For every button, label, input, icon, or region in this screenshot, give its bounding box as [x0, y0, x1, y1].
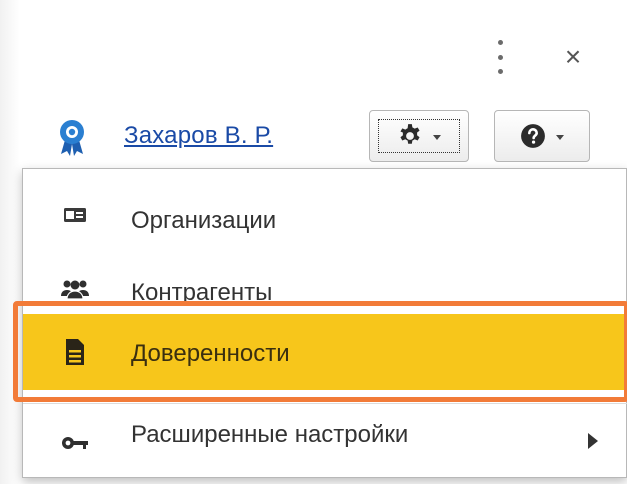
settings-button[interactable]: [369, 110, 469, 162]
menu-item-advanced-settings[interactable]: Расширенные настройки: [23, 405, 627, 479]
dot: [497, 40, 503, 45]
chevron-right-icon: [588, 433, 598, 449]
menu-item-label: Доверенности: [131, 340, 290, 367]
dot: [497, 69, 503, 74]
chevron-down-icon: [433, 134, 441, 140]
more-vertical-icon[interactable]: [490, 40, 510, 74]
close-icon[interactable]: ×: [558, 40, 588, 74]
window-edge: [0, 0, 20, 484]
menu-item-label: Организации: [131, 207, 277, 234]
menu-item-organizations[interactable]: Организации: [23, 177, 627, 251]
menu-separator: [23, 403, 627, 404]
dot: [497, 54, 503, 60]
help-button[interactable]: [494, 110, 590, 162]
menu-item-powers-of-attorney[interactable]: Доверенности: [23, 314, 627, 390]
settings-popup: × Захаров В. Р. Организации Контрагенты …: [0, 0, 627, 484]
gear-icon: [400, 124, 420, 144]
user-name-link[interactable]: Захаров В. Р.: [124, 122, 273, 150]
settings-dropdown-menu: Организации Контрагенты Доверенности Рас…: [22, 168, 627, 478]
users-icon: [61, 275, 89, 303]
award-badge-icon: [57, 118, 87, 158]
key-icon: [61, 429, 89, 457]
question-circle-icon: [521, 124, 545, 148]
id-card-icon: [61, 201, 89, 229]
menu-item-label: Контрагенты: [131, 279, 273, 306]
menu-item-label: Расширенные настройки: [131, 421, 409, 448]
document-icon: [61, 338, 89, 366]
chevron-down-icon: [556, 134, 564, 140]
